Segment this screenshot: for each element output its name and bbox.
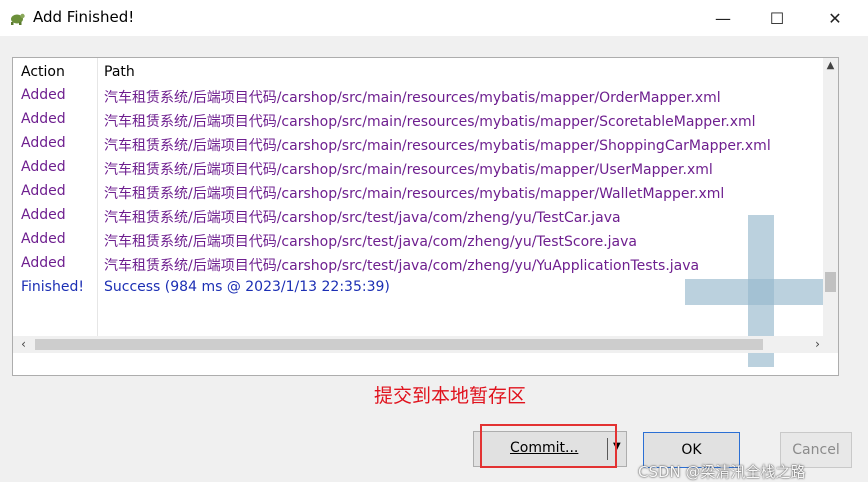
- table-row[interactable]: Added 汽车租赁系统/后端项目代码/carshop/src/test/jav…: [13, 229, 823, 253]
- scrollbar-corner: [823, 336, 838, 353]
- table-row[interactable]: Added 汽车租赁系统/后端项目代码/carshop/src/test/jav…: [13, 253, 823, 277]
- row-action: Finished!: [21, 279, 84, 295]
- ok-button-label: OK: [681, 442, 702, 458]
- scroll-up-icon[interactable]: ▲: [823, 58, 838, 73]
- minimize-button[interactable]: —: [700, 0, 746, 36]
- maximize-button[interactable]: ☐: [754, 0, 800, 36]
- close-icon: ✕: [828, 8, 842, 28]
- row-action: Added: [21, 111, 66, 127]
- horizontal-scrollbar[interactable]: ‹ ›: [13, 336, 823, 353]
- result-list[interactable]: Action Path Added 汽车租赁系统/后端项目代码/carshop/…: [12, 57, 839, 376]
- cancel-button-label: Cancel: [792, 442, 840, 458]
- table-row[interactable]: Added 汽车租赁系统/后端项目代码/carshop/src/main/res…: [13, 157, 823, 181]
- row-action: Added: [21, 183, 66, 199]
- column-header-path[interactable]: Path: [104, 64, 135, 80]
- watermark: CSDN @梁清汛全栈之路: [638, 463, 806, 481]
- plus-overlay-horizontal: [685, 279, 837, 305]
- title-bar: Add Finished! — ☐ ✕: [0, 0, 868, 36]
- table-row[interactable]: Added 汽车租赁系统/后端项目代码/carshop/src/main/res…: [13, 133, 823, 157]
- table-row[interactable]: Added 汽车租赁系统/后端项目代码/carshop/src/main/res…: [13, 85, 823, 109]
- dialog-body: Action Path Added 汽车租赁系统/后端项目代码/carshop/…: [0, 36, 868, 481]
- row-path: 汽车租赁系统/后端项目代码/carshop/src/test/java/com/…: [104, 258, 700, 274]
- row-path: 汽车租赁系统/后端项目代码/carshop/src/main/resources…: [104, 138, 771, 154]
- table-row[interactable]: Added 汽车租赁系统/后端项目代码/carshop/src/main/res…: [13, 181, 823, 205]
- table-row[interactable]: Added 汽车租赁系统/后端项目代码/carshop/src/main/res…: [13, 109, 823, 133]
- row-action: Added: [21, 255, 66, 271]
- row-status: Success (984 ms @ 2023/1/13 22:35:39): [104, 279, 390, 295]
- vertical-scrollbar[interactable]: ▲: [823, 58, 838, 336]
- table-row[interactable]: Added 汽车租赁系统/后端项目代码/carshop/src/test/jav…: [13, 205, 823, 229]
- minimize-icon: —: [715, 8, 731, 28]
- vertical-scroll-thumb[interactable]: [825, 272, 836, 292]
- row-path: 汽车租赁系统/后端项目代码/carshop/src/main/resources…: [104, 114, 756, 130]
- result-rows: Added 汽车租赁系统/后端项目代码/carshop/src/main/res…: [13, 85, 823, 301]
- maximize-icon: ☐: [769, 8, 785, 28]
- close-button[interactable]: ✕: [812, 0, 858, 36]
- tortoisegit-icon: [11, 13, 25, 25]
- row-action: Added: [21, 87, 66, 103]
- row-path: 汽车租赁系统/后端项目代码/carshop/src/test/java/com/…: [104, 210, 621, 226]
- column-header-action[interactable]: Action: [21, 64, 65, 80]
- highlight-box: [480, 424, 617, 468]
- row-path: 汽车租赁系统/后端项目代码/carshop/src/main/resources…: [104, 90, 721, 106]
- row-action: Added: [21, 135, 66, 151]
- row-action: Added: [21, 207, 66, 223]
- annotation-text: 提交到本地暂存区: [374, 385, 527, 407]
- row-action: Added: [21, 231, 66, 247]
- horizontal-scroll-thumb[interactable]: [35, 339, 763, 350]
- row-path: 汽车租赁系统/后端项目代码/carshop/src/main/resources…: [104, 186, 725, 202]
- window-title: Add Finished!: [33, 8, 135, 26]
- row-path: 汽车租赁系统/后端项目代码/carshop/src/main/resources…: [104, 162, 713, 178]
- row-action: Added: [21, 159, 66, 175]
- row-path: 汽车租赁系统/后端项目代码/carshop/src/test/java/com/…: [104, 234, 637, 250]
- scroll-left-icon[interactable]: ‹: [15, 337, 32, 352]
